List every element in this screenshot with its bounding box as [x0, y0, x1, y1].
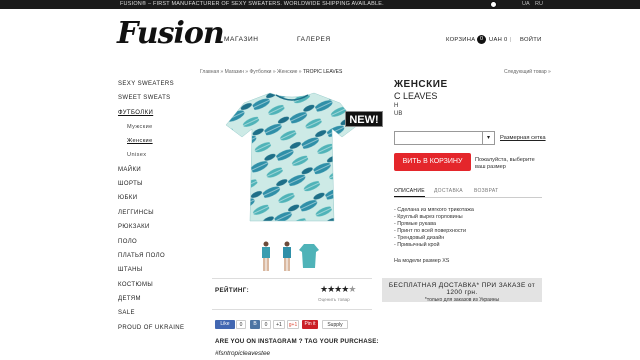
sidebar-item-sexy-sweaters[interactable]: SEXY SWEATERS [118, 81, 174, 87]
product-code: H [394, 103, 399, 109]
rating-label: РЕЙТИНГ: [215, 287, 250, 294]
cart-label[interactable]: КОРЗИНА [446, 37, 475, 43]
model-size-note: На модели размер XS [394, 258, 450, 264]
lang-ua-link[interactable]: UA [522, 0, 530, 9]
new-badge: NEW! [345, 111, 383, 127]
sidebar-item-sweet-sweats[interactable]: SWEET SWEATS [118, 95, 171, 101]
description-line: - Сделана из мягкого трикотажа [394, 207, 474, 213]
instagram-hashtag: #fsntropicleavestee [215, 350, 271, 357]
sidebar-item-skirts[interactable]: ЮБКИ [118, 195, 137, 201]
sidebar-item-shorts[interactable]: ШОРТЫ [118, 181, 143, 187]
tab-delivery[interactable]: ДОСТАВКА [434, 188, 463, 194]
pinterest-button[interactable]: Pin it [302, 320, 318, 329]
description-line: - Прямые рукава [394, 221, 437, 227]
announcement-text: FUSION® – FIRST MANUFACTURER OF SEXY SWE… [120, 1, 384, 7]
sidebar-subitem-unisex[interactable]: Unisex [127, 152, 147, 158]
rating-stars[interactable]: ★★★★★ [320, 284, 356, 295]
sidebar-item-kids[interactable]: ДЕТЯМ [118, 296, 141, 302]
product-thumbnail[interactable] [298, 240, 320, 272]
product-title: ЖЕНСКИЕ [394, 79, 448, 90]
free-shipping-banner: БЕСПЛАТНАЯ ДОСТАВКА* ПРИ ЗАКАЗЕ от 1200 … [382, 278, 542, 303]
vk-share-button[interactable]: В [250, 320, 260, 329]
breadcrumb-current: TROPIC LEAVES [302, 69, 343, 75]
sidebar-item-sale[interactable]: SALE [118, 310, 135, 316]
like-count: 0 [236, 320, 246, 329]
product-description: - Сделана из мягкого трикотажа - Круглый… [394, 207, 474, 249]
sidebar-item-leggings[interactable]: ЛЕГГИНСЫ [118, 210, 154, 216]
plus-one-button[interactable]: +1 [273, 320, 285, 329]
vk-count: 0 [261, 320, 271, 329]
sidebar-item-pants[interactable]: ШТАНЫ [118, 267, 143, 273]
site-logo[interactable]: Fusion [117, 16, 225, 51]
size-chart-link[interactable]: Размерная сетка [500, 135, 546, 141]
instagram-prompt: ARE YOU ON INSTAGRAM ? TAG YOUR PURCHASE… [215, 338, 379, 345]
description-line: - Трендовый дизайн [394, 235, 445, 241]
breadcrumb-women[interactable]: Женские [277, 69, 297, 75]
sidebar-item-proud-of-ukraine[interactable]: PROUD OF UKRAINE [118, 325, 184, 331]
supply-share-button[interactable]: Supply [322, 320, 348, 329]
tab-returns[interactable]: ВОЗВРАТ [474, 188, 499, 194]
description-line: - Привычный крой [394, 242, 440, 248]
top-announcement-bar: FUSION® – FIRST MANUFACTURER OF SEXY SWE… [0, 0, 640, 9]
sidebar-item-polo[interactable]: ПОЛО [118, 239, 137, 245]
product-subtitle: C LEAVES [394, 91, 438, 101]
nav-shop[interactable]: МАГАЗИН [224, 36, 259, 43]
sidebar-item-tanks[interactable]: МАЙКИ [118, 167, 141, 173]
breadcrumb-home[interactable]: Главная [200, 69, 219, 75]
next-product-link[interactable]: Следующий товар » [504, 69, 551, 75]
description-line: - Круглый вырез горловины [394, 214, 463, 220]
sidebar-item-suits[interactable]: КОСТЮМЫ [118, 282, 153, 288]
divider [212, 278, 372, 279]
sidebar-subitem-women[interactable]: Женские [127, 138, 153, 144]
phone-icon[interactable] [490, 1, 497, 8]
shipping-line-1: БЕСПЛАТНАЯ ДОСТАВКА* ПРИ ЗАКАЗЕ от 1200 … [388, 282, 536, 296]
star-half-icon[interactable]: ★ [348, 284, 356, 294]
product-price: UB [394, 111, 403, 117]
login-link[interactable]: ВОЙТИ [520, 37, 542, 43]
chevron-down-icon: ▾ [482, 132, 494, 144]
rate-product-link[interactable]: Оценить товар [318, 297, 350, 302]
sidebar-item-tshirts[interactable]: ФУТБОЛКИ [118, 110, 153, 116]
breadcrumb: Главная » Магазин » Футболки » Женские »… [200, 69, 343, 75]
product-thumbnail[interactable] [256, 240, 276, 272]
tab-description[interactable]: ОПИСАНИЕ [394, 188, 425, 197]
product-thumbnail[interactable] [277, 240, 297, 272]
cart-count-badge[interactable]: 0 [477, 35, 486, 44]
product-tabs: ОПИСАНИЕ ДОСТАВКА ВОЗВРАТ [394, 186, 542, 198]
product-main-image[interactable] [212, 85, 372, 225]
breadcrumb-shop[interactable]: Магазин [225, 69, 244, 75]
sidebar-item-backpacks[interactable]: РЮКЗАКИ [118, 224, 150, 230]
lang-ru-link[interactable]: RU [535, 0, 543, 9]
add-to-cart-button[interactable]: ВИТЬ В КОРЗИНУ [394, 153, 471, 171]
size-select[interactable]: ▾ [394, 131, 495, 145]
size-hint: Пожалуйста, выберите ваш размер [475, 157, 535, 170]
sidebar-subitem-men[interactable]: Мужские [127, 124, 153, 130]
facebook-like-button[interactable]: Like [215, 320, 235, 329]
breadcrumb-tshirts[interactable]: Футболки [249, 69, 271, 75]
header-divider: | [510, 37, 512, 43]
description-line: - Принт по всей поверхности [394, 228, 467, 234]
shipping-line-2: *только для заказов из Украины [424, 297, 500, 303]
sidebar-item-polo-dresses[interactable]: ПЛАТЬЯ ПОЛО [118, 253, 165, 259]
google-plus-button[interactable]: g+1 [287, 320, 299, 329]
nav-gallery[interactable]: ГАЛЕРЕЯ [297, 36, 331, 43]
divider [212, 309, 372, 310]
cart-total[interactable]: UAH 0 [489, 37, 508, 43]
